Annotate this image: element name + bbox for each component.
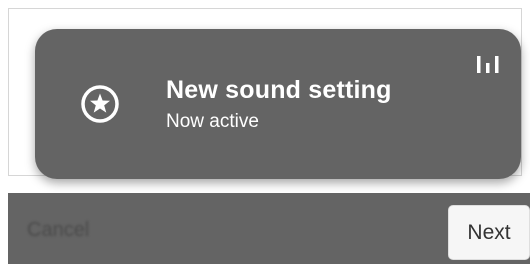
cancel-button[interactable]: Cancel xyxy=(27,219,89,242)
sound-setting-notification: New sound setting Now active xyxy=(35,29,521,179)
signal-bars-icon xyxy=(477,56,499,73)
notification-title: New sound setting xyxy=(166,76,392,104)
footer-bar: Cancel Next xyxy=(8,193,530,264)
notification-preview-frame: New sound setting Now active xyxy=(8,8,522,179)
star-circle-icon xyxy=(81,85,119,123)
next-button[interactable]: Next xyxy=(448,205,530,260)
notification-subtitle: Now active xyxy=(166,111,259,132)
